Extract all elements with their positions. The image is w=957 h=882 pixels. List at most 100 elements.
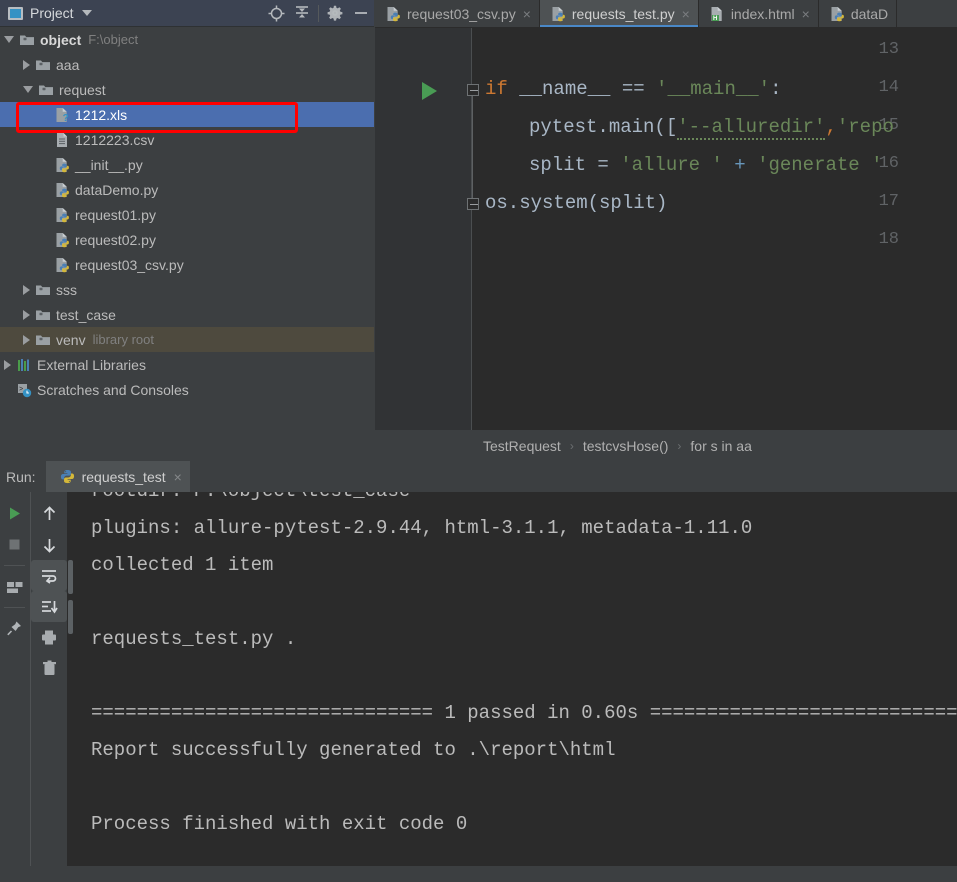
close-icon[interactable]: × bbox=[802, 6, 810, 22]
console-scroll-marker[interactable] bbox=[68, 600, 73, 634]
tree-item-object[interactable]: object F:\object bbox=[0, 27, 374, 52]
chevron-right-icon[interactable] bbox=[23, 309, 30, 320]
settings-gear-icon[interactable] bbox=[322, 0, 348, 27]
run-panel-header: Run: requests_test × bbox=[0, 461, 957, 492]
project-panel-title: Project bbox=[30, 5, 74, 21]
editor-tab-requests-test-py[interactable]: requests_test.py × bbox=[539, 0, 699, 27]
collapse-all-icon[interactable] bbox=[289, 0, 315, 27]
chevron-down-icon[interactable] bbox=[81, 10, 92, 16]
tree-item-label: aaa bbox=[56, 56, 80, 73]
console-scroll-marker[interactable] bbox=[68, 560, 73, 594]
tree-item-request[interactable]: request bbox=[0, 77, 374, 102]
tree-item-request01-py[interactable]: request01.py bbox=[0, 202, 374, 227]
tree-item-label: request bbox=[59, 81, 106, 98]
line-number: 13 bbox=[878, 40, 899, 59]
close-icon[interactable]: × bbox=[682, 6, 690, 22]
editor-tab-datad[interactable]: dataD bbox=[819, 0, 898, 27]
up-arrow-icon[interactable] bbox=[31, 498, 67, 529]
python-file-icon bbox=[829, 6, 845, 22]
code-editor[interactable]: 13 14 if __name__ == '__main__': 15 pytest.m… bbox=[375, 28, 957, 430]
python-file-icon bbox=[54, 257, 70, 273]
external-libraries-icon bbox=[16, 357, 32, 373]
tree-item-1212223-csv[interactable]: 1212223.csv bbox=[0, 127, 374, 152]
run-tab-label: requests_test bbox=[81, 468, 166, 485]
tree-item-external-libraries[interactable]: External Libraries bbox=[0, 352, 374, 377]
folder-icon bbox=[35, 57, 51, 73]
console-line: Process finished with exit code 0 bbox=[91, 813, 468, 835]
breadcrumb-item[interactable]: TestRequest bbox=[483, 438, 561, 454]
tree-item-1212-xls[interactable]: ? 1212.xls bbox=[0, 102, 374, 127]
code-token: == bbox=[610, 78, 657, 100]
csv-file-icon bbox=[54, 132, 70, 148]
code-line[interactable]: if __name__ == '__main__': bbox=[485, 78, 781, 100]
tree-item-detail: F:\object bbox=[88, 32, 139, 47]
chevron-right-icon[interactable] bbox=[23, 334, 30, 345]
project-tree[interactable]: object F:\object aaa request ? 1212.xls 121222… bbox=[0, 27, 374, 461]
chevron-right-icon[interactable] bbox=[23, 59, 30, 70]
python-run-icon bbox=[60, 469, 75, 484]
scroll-to-end-icon[interactable] bbox=[31, 591, 67, 622]
folder-icon bbox=[19, 32, 35, 48]
close-icon[interactable]: × bbox=[523, 6, 531, 22]
editor-tab-label: request03_csv.py bbox=[407, 5, 516, 22]
breadcrumb-item[interactable]: for s in aa bbox=[690, 438, 751, 454]
stop-icon[interactable] bbox=[0, 529, 29, 560]
breadcrumb-separator: › bbox=[569, 438, 574, 453]
unknown-file-icon: ? bbox=[54, 107, 70, 124]
editor-tab-index-html[interactable]: Hindex.html × bbox=[699, 0, 819, 27]
close-icon[interactable]: × bbox=[174, 469, 182, 485]
console-line: collected 1 item bbox=[91, 554, 274, 576]
soft-wrap-icon[interactable] bbox=[31, 560, 67, 591]
run-icon[interactable] bbox=[0, 498, 29, 529]
clear-all-icon[interactable] bbox=[31, 653, 67, 684]
python-file-icon bbox=[385, 6, 401, 22]
tree-item-venv[interactable]: venv library root bbox=[0, 327, 374, 352]
tree-item-init-py[interactable]: __init__.py bbox=[0, 152, 374, 177]
chevron-right-icon[interactable] bbox=[23, 284, 30, 295]
run-tab-requests-test[interactable]: requests_test × bbox=[45, 461, 190, 492]
tree-item-test-case[interactable]: test_case bbox=[0, 302, 374, 327]
code-token: os.system(split) bbox=[485, 192, 668, 214]
tree-item-label: venv bbox=[56, 331, 86, 348]
python-file-icon bbox=[550, 6, 566, 22]
editor-tab-bar[interactable]: request03_csv.py × requests_test.py × Hindex… bbox=[375, 0, 957, 28]
console-line: rootdir: F:\object\test_case bbox=[91, 492, 410, 502]
print-icon[interactable] bbox=[31, 622, 67, 653]
tree-item-request02-py[interactable]: request02.py bbox=[0, 227, 374, 252]
tree-item-scratches-and-consoles[interactable]: >_ Scratches and Consoles bbox=[0, 377, 374, 402]
tree-item-datademo-py[interactable]: dataDemo.py bbox=[0, 177, 374, 202]
chevron-down-icon[interactable] bbox=[23, 86, 33, 93]
chevron-right-icon[interactable] bbox=[4, 359, 11, 370]
run-console-output[interactable]: rootdir: F:\object\test_case plugins: all… bbox=[67, 492, 957, 866]
folder-icon bbox=[38, 82, 54, 98]
hide-panel-icon[interactable] bbox=[348, 0, 374, 27]
breadcrumb[interactable]: TestRequest › testcvsHose() › for s in aa bbox=[375, 430, 957, 461]
breadcrumb-item[interactable]: testcvsHose() bbox=[583, 438, 669, 454]
chevron-down-icon[interactable] bbox=[4, 36, 14, 43]
code-line[interactable]: split = 'allure ' + 'generate ' bbox=[529, 154, 894, 176]
restart-framework-icon[interactable] bbox=[0, 571, 29, 602]
line-number: 17 bbox=[878, 192, 899, 211]
pin-tab-icon[interactable] bbox=[0, 613, 29, 644]
tree-item-sss[interactable]: sss bbox=[0, 277, 374, 302]
locate-icon[interactable] bbox=[263, 0, 289, 27]
tree-item-request03-csv-py[interactable]: request03_csv.py bbox=[0, 252, 374, 277]
code-token: , bbox=[825, 116, 837, 138]
editor-tab-request03-csv-py[interactable]: request03_csv.py × bbox=[375, 0, 540, 27]
tree-item-aaa[interactable]: aaa bbox=[0, 52, 374, 77]
tree-item-label: sss bbox=[56, 281, 77, 298]
code-token: '__main__' bbox=[656, 78, 771, 100]
line-number: 18 bbox=[878, 230, 899, 249]
run-line-gutter-icon[interactable] bbox=[422, 82, 437, 100]
fold-end-icon[interactable] bbox=[467, 198, 479, 210]
tree-item-label: request02.py bbox=[75, 231, 156, 248]
code-line[interactable]: pytest.main(['--alluredir','repo bbox=[529, 116, 894, 140]
toolbar-divider bbox=[318, 4, 319, 22]
code-line[interactable]: os.system(split) bbox=[485, 192, 667, 214]
down-arrow-icon[interactable] bbox=[31, 529, 67, 560]
code-token: if bbox=[485, 78, 520, 100]
tree-item-label: dataDemo.py bbox=[75, 181, 159, 198]
fold-collapse-icon[interactable] bbox=[467, 84, 479, 96]
run-panel-label: Run: bbox=[6, 468, 36, 485]
tree-item-label: External Libraries bbox=[37, 356, 146, 373]
